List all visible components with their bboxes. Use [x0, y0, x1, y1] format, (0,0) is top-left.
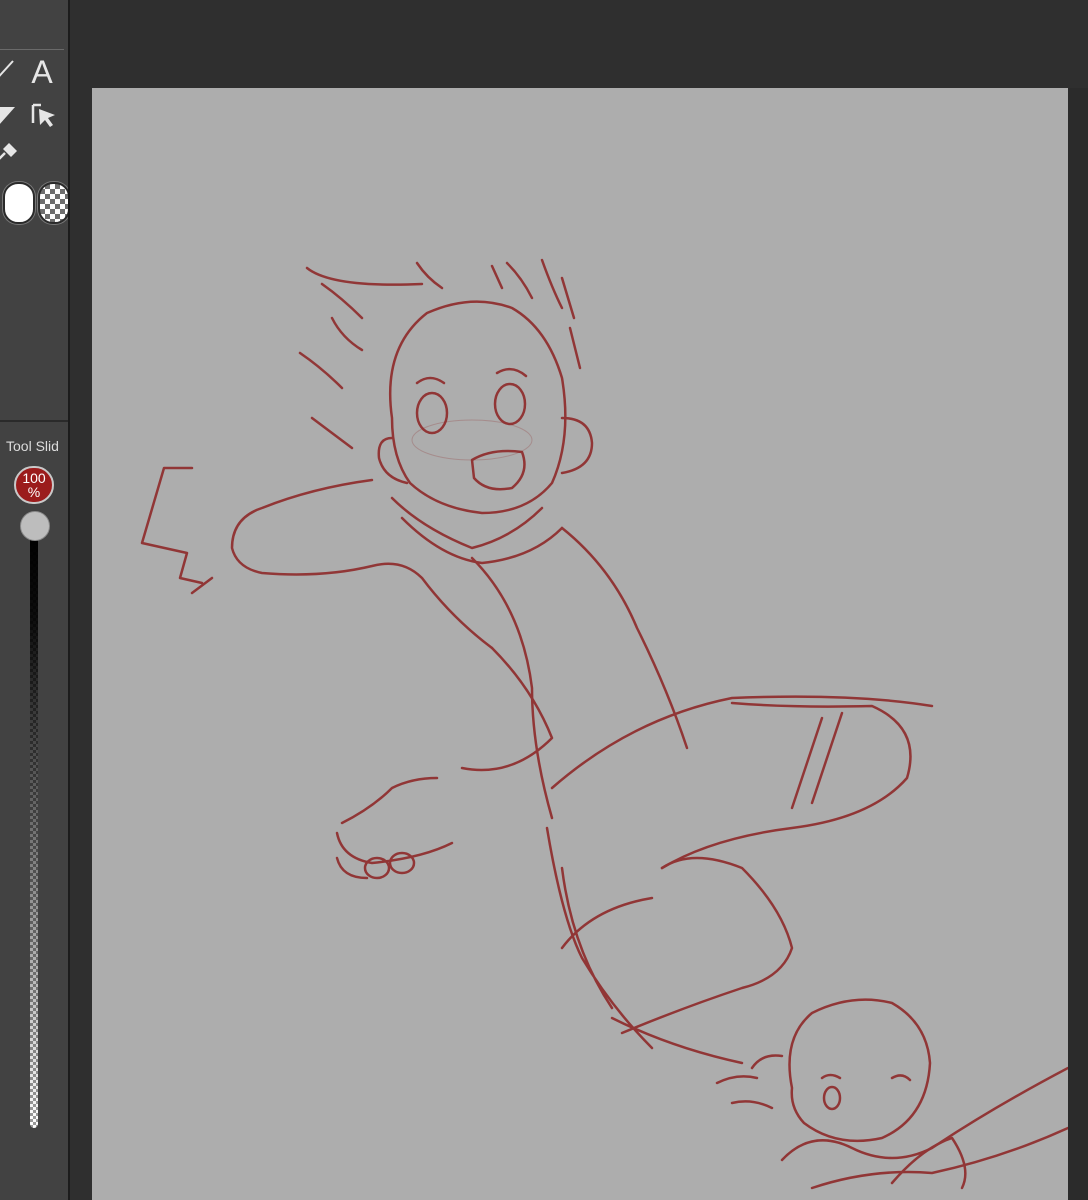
brush-shape-icon[interactable] [3, 182, 35, 224]
line-tool-button[interactable] [0, 54, 24, 90]
left-tool-panel: A Tool Slid 100 % [0, 0, 70, 1200]
eyedropper-icon [0, 143, 17, 160]
panel-divider-line [0, 49, 64, 50]
tool-slider-value: 100 [22, 470, 46, 486]
text-tool-icon: A [31, 54, 53, 90]
fill-tool-icon [0, 107, 15, 124]
tool-slider-label: Tool Slid [6, 438, 59, 454]
eyedropper-tool-button[interactable] [0, 134, 24, 170]
select-arrow-icon [31, 103, 55, 127]
section-separator [0, 420, 68, 422]
text-tool-button[interactable]: A [24, 54, 60, 90]
canvas-right-edge [1068, 88, 1088, 1200]
tool-slider-value-badge[interactable]: 100 % [14, 466, 54, 504]
transparent-color-icon[interactable] [38, 182, 70, 224]
canvas-gutter [70, 0, 92, 1200]
fill-tool-button[interactable] [0, 96, 24, 132]
canvas-top-area [92, 0, 1088, 88]
tool-slider-track[interactable] [30, 528, 38, 1128]
select-tool-button[interactable] [24, 96, 60, 132]
line-tool-icon [0, 60, 14, 77]
tool-slider-thumb[interactable] [20, 511, 50, 541]
drawing-canvas[interactable] [92, 88, 1068, 1200]
character-sketch [140, 258, 1068, 1190]
tool-slider-unit: % [27, 484, 41, 500]
